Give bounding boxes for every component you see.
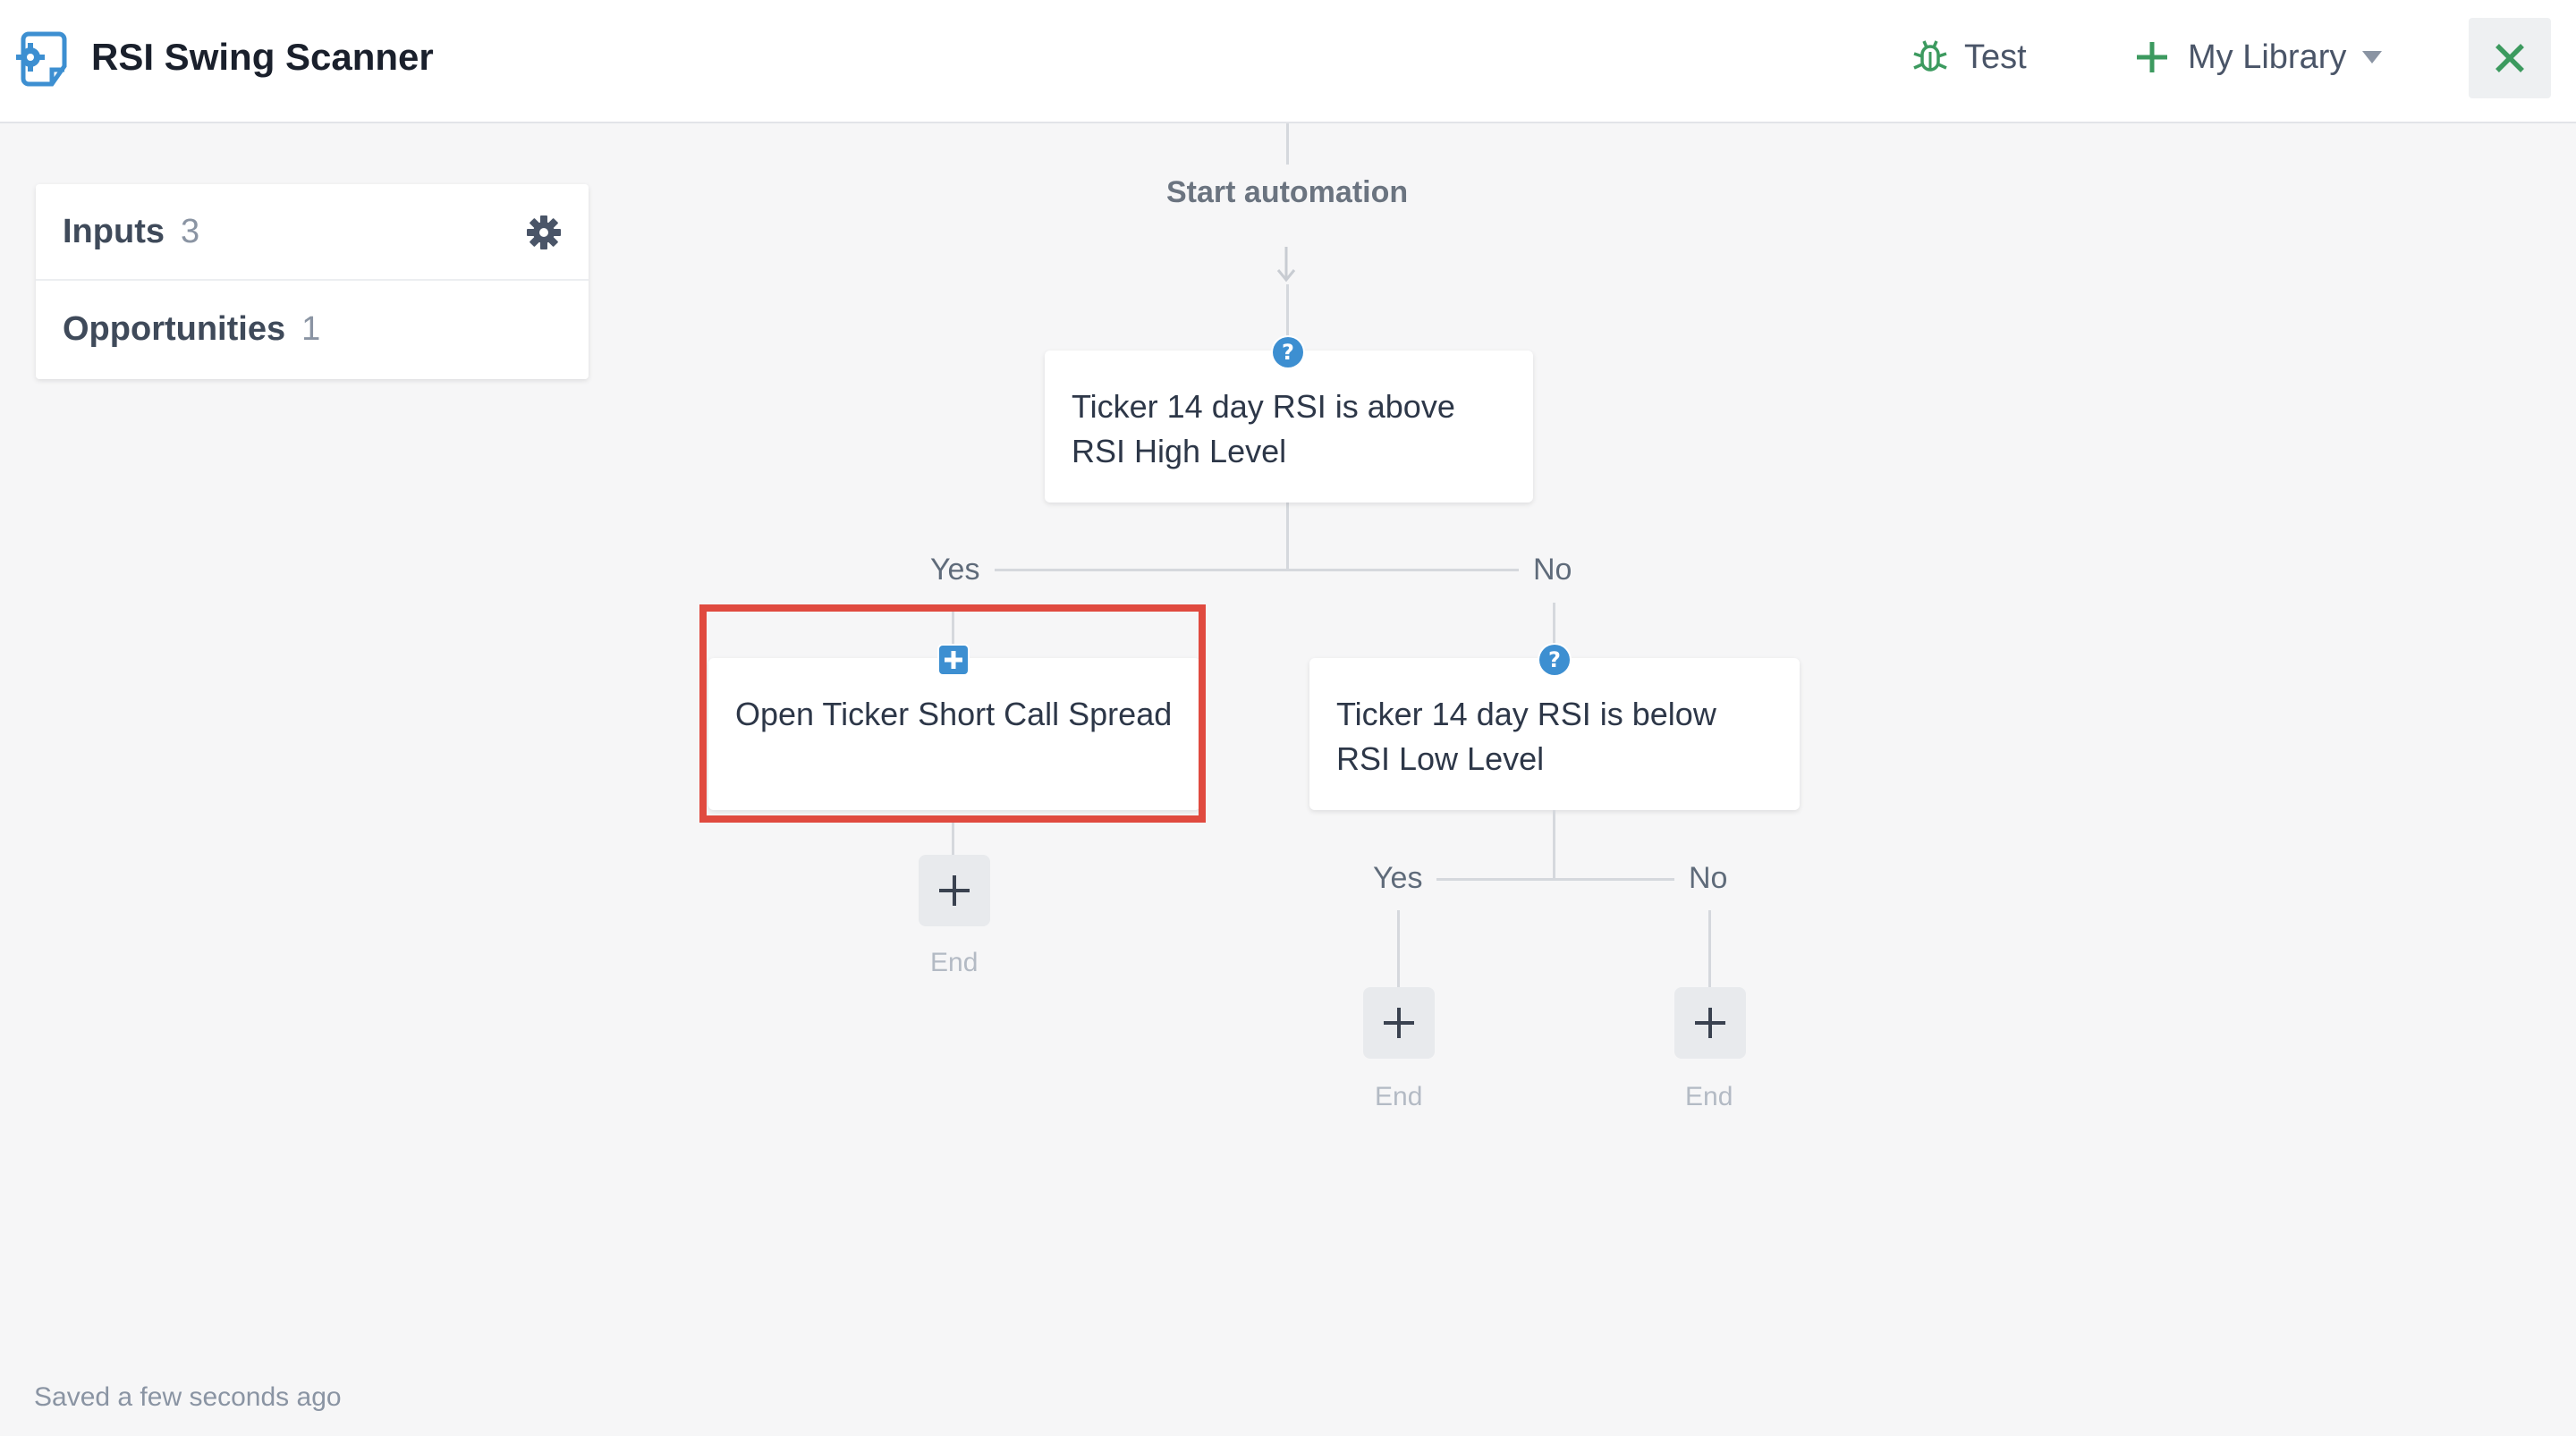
my-library-label: My Library xyxy=(2188,38,2347,76)
add-step-button[interactable] xyxy=(1674,987,1746,1059)
svg-text:?: ? xyxy=(1282,340,1294,365)
condition-node-rsi-below[interactable]: Ticker 14 day RSI is below RSI Low Level xyxy=(1309,658,1800,810)
add-square-icon xyxy=(937,644,970,676)
connector-action-down xyxy=(952,823,954,857)
branch-line-1 xyxy=(995,569,1519,571)
branch-no-label: No xyxy=(1533,553,1572,587)
condition-2-text: Ticker 14 day RSI is below RSI Low Level xyxy=(1336,696,1716,777)
connector-yes-2 xyxy=(1397,910,1400,989)
connector-condition-2-down xyxy=(1553,810,1555,880)
opportunities-count: 1 xyxy=(301,309,321,348)
bug-icon xyxy=(1913,40,1947,72)
branch-no-label: No xyxy=(1689,861,1728,895)
sidebar-item-opportunities[interactable]: Opportunities 1 xyxy=(36,281,589,377)
arrow-down-icon xyxy=(1276,247,1296,283)
sidebar-item-inputs[interactable]: Inputs 3 xyxy=(36,184,589,281)
question-icon: ? xyxy=(1538,643,1572,677)
branch-yes-label: Yes xyxy=(1373,861,1423,895)
plus-icon xyxy=(939,875,970,906)
my-library-dropdown[interactable]: My Library xyxy=(2134,32,2383,82)
end-label: End xyxy=(1685,1082,1733,1111)
chevron-down-icon xyxy=(2362,51,2383,63)
close-button[interactable] xyxy=(2469,18,2551,98)
test-button[interactable]: Test xyxy=(1911,32,2027,82)
app-title: RSI Swing Scanner xyxy=(91,36,434,78)
top-bar: RSI Swing Scanner Test My Library xyxy=(0,0,2576,123)
connector-top xyxy=(1286,123,1289,165)
condition-node-rsi-above[interactable]: Ticker 14 day RSI is above RSI High Leve… xyxy=(1045,351,1533,503)
gear-document-icon xyxy=(16,31,67,87)
end-label: End xyxy=(930,948,979,977)
condition-1-text: Ticker 14 day RSI is above RSI High Leve… xyxy=(1072,388,1455,469)
opportunities-label: Opportunities xyxy=(63,309,286,348)
branch-line-2 xyxy=(1436,878,1674,881)
start-automation-label: Start automation xyxy=(1166,175,1409,209)
connector-condition-1-down xyxy=(1286,503,1289,570)
branch-yes-label: Yes xyxy=(930,553,980,587)
plus-icon xyxy=(1695,1008,1725,1038)
svg-text:?: ? xyxy=(1548,647,1561,672)
automation-sidebar: Inputs 3 Opportunities 1 xyxy=(36,184,589,379)
saved-status: Saved a few seconds ago xyxy=(34,1382,342,1412)
inputs-label: Inputs xyxy=(63,212,165,250)
gear-icon[interactable] xyxy=(526,215,562,250)
inputs-count: 3 xyxy=(180,212,200,250)
action-1-text: Open Ticker Short Call Spread xyxy=(735,696,1173,732)
plus-icon xyxy=(1384,1008,1414,1038)
action-node-short-call-spread[interactable]: Open Ticker Short Call Spread xyxy=(708,658,1200,810)
end-label: End xyxy=(1375,1082,1423,1111)
connector-no-2 xyxy=(1708,910,1711,989)
question-icon: ? xyxy=(1271,335,1305,369)
add-step-button[interactable] xyxy=(919,855,990,926)
test-label: Test xyxy=(1964,38,2027,76)
plus-icon xyxy=(2137,42,2167,72)
add-step-button[interactable] xyxy=(1363,987,1435,1059)
close-icon xyxy=(2496,44,2524,72)
